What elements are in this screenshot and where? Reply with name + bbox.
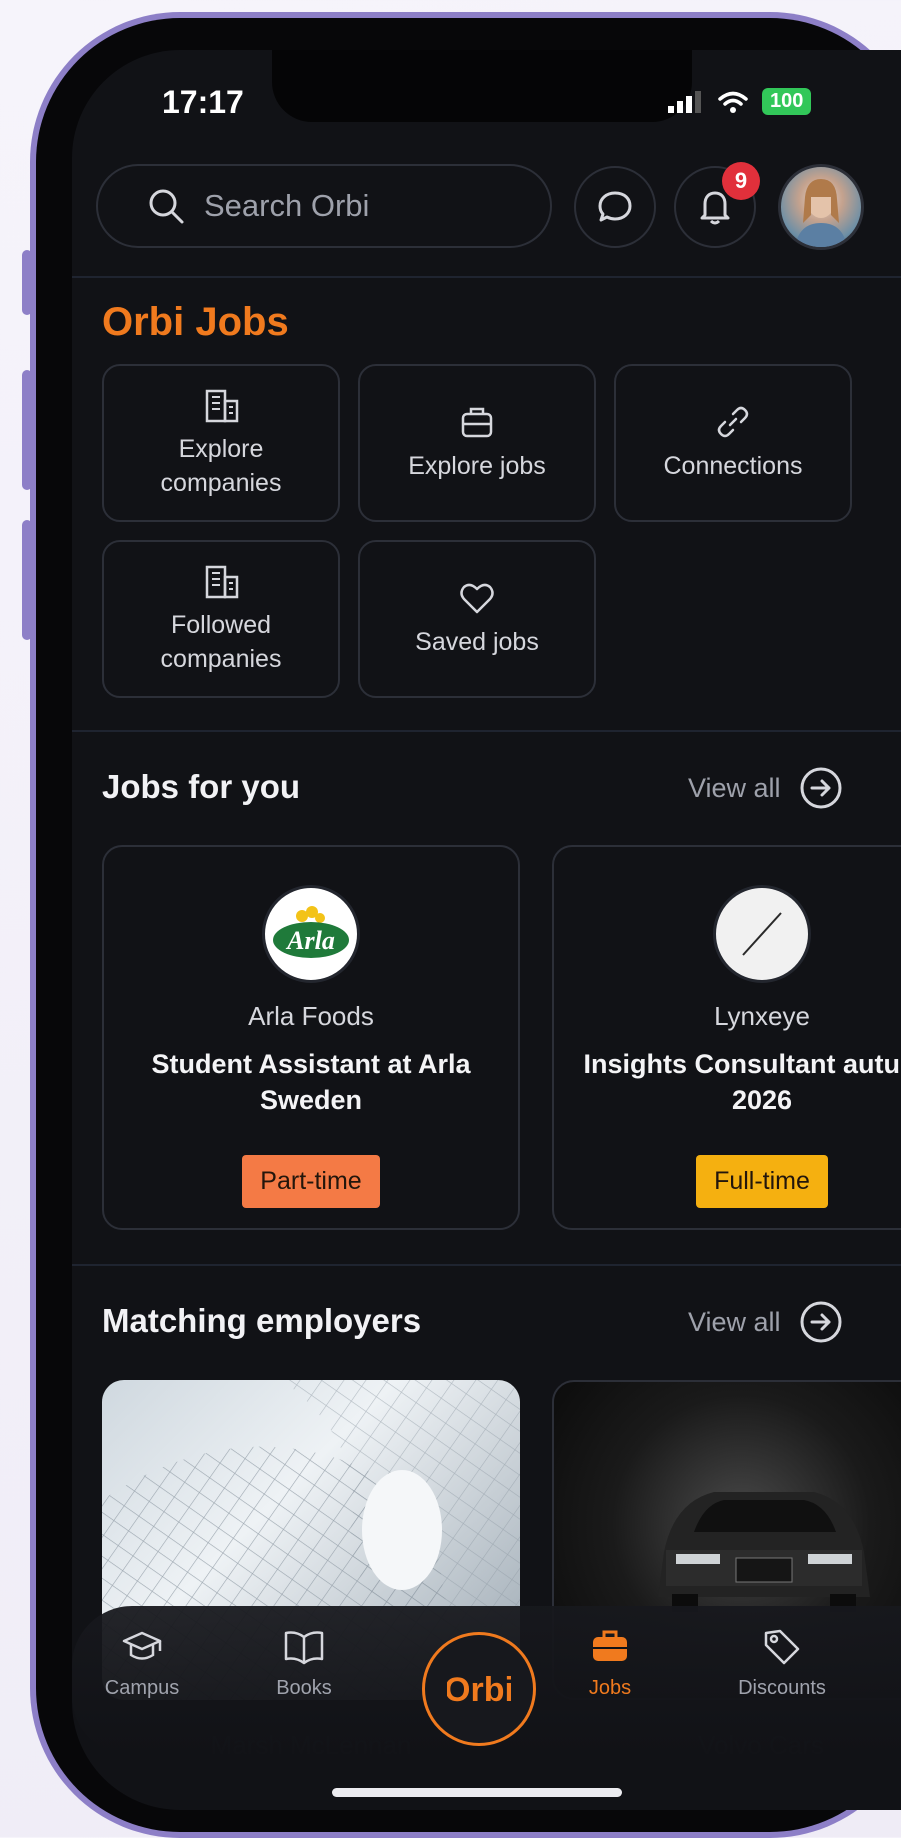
briefcase-icon [461, 407, 493, 438]
search-icon [149, 189, 184, 224]
app-screen: 17:17 100 Search Orbi 9 Orbi Jobs Explor… [72, 50, 901, 1810]
tile-label: Saved jobs [415, 628, 539, 657]
job-title: Insights Consultant autumn 2026 [583, 1049, 901, 1116]
tile-label: Connections [663, 452, 803, 481]
arrow-right-circle-icon [800, 1301, 842, 1343]
company-name: Arla Foods [248, 1001, 374, 1031]
divider [72, 1264, 901, 1266]
company-name: Lynxeye [714, 1001, 810, 1031]
search-placeholder: Search Orbi [204, 188, 370, 223]
tag-icon [764, 1629, 800, 1665]
tile-label: Explore companies [160, 435, 282, 497]
messages-button[interactable] [574, 166, 656, 248]
avatar[interactable] [778, 164, 864, 250]
volume-up-button [22, 370, 32, 490]
battery-indicator: 100 [762, 88, 812, 115]
lynxeye-logo-icon [742, 912, 782, 956]
avatar-image [795, 179, 847, 247]
job-title: Student Assistant at Arla Sweden [151, 1049, 471, 1116]
view-all-jobs-link[interactable]: View all [688, 766, 843, 810]
notifications-button[interactable]: 9 [674, 162, 760, 248]
tile-saved-jobs[interactable]: Saved jobs [358, 540, 596, 698]
heart-icon [460, 583, 494, 614]
search-input[interactable]: Search Orbi [96, 164, 552, 248]
building-icon [205, 566, 239, 599]
status-icons: 100 [668, 88, 812, 115]
orbi-logo-text: Orbi [447, 1671, 511, 1709]
briefcase-icon [593, 1630, 627, 1661]
tile-followed-companies[interactable]: Followed companies [102, 540, 340, 698]
section-title-matching-employers: Matching employers [102, 1302, 422, 1339]
orbi-home-button[interactable]: Orbi [422, 1632, 536, 1746]
silent-switch [22, 250, 32, 315]
view-all-label: View all [688, 772, 781, 803]
link-icon [717, 406, 749, 438]
nav-item-campus[interactable]: Campus [72, 1625, 212, 1700]
chat-bubble-icon [598, 191, 632, 222]
tile-explore-jobs[interactable]: Explore jobs [358, 364, 596, 522]
company-logo-lynxeye [713, 885, 811, 983]
notification-badge: 9 [722, 162, 760, 200]
section-title-jobs-for-you: Jobs for you [102, 768, 301, 805]
nav-item-books[interactable]: Books [234, 1625, 374, 1700]
company-logo-arla: Arla [262, 885, 360, 983]
tile-label: Explore jobs [408, 452, 546, 481]
volume-down-button [22, 520, 32, 640]
nav-item-discounts[interactable]: Discounts [712, 1625, 852, 1700]
building-icon [205, 390, 239, 423]
tile-connections[interactable]: Connections [614, 364, 852, 522]
tile-explore-companies[interactable]: Explore companies [102, 364, 340, 522]
nav-item-jobs[interactable]: Jobs [540, 1625, 680, 1700]
arla-logo-text: Arla [285, 926, 335, 955]
section-title-orbi-jobs: Orbi Jobs [102, 300, 289, 344]
arrow-right-circle-icon [800, 767, 842, 809]
divider [72, 730, 901, 732]
home-indicator[interactable] [332, 1788, 622, 1797]
nav-label: Books [276, 1677, 332, 1699]
view-all-label: View all [688, 1306, 781, 1337]
job-type-tag: Full-time [696, 1154, 828, 1208]
tile-label: Followed companies [160, 611, 282, 673]
job-card-lynxeye[interactable]: Lynxeye Insights Consultant autumn 2026 … [552, 845, 901, 1230]
book-icon [284, 1631, 324, 1665]
wifi-icon [718, 91, 748, 113]
notch [272, 50, 692, 122]
nav-label: Campus [104, 1677, 180, 1699]
view-all-employers-link[interactable]: View all [688, 1300, 843, 1344]
orbi-logo-icon: Orbi [447, 1671, 511, 1709]
nav-label: Discounts [738, 1677, 826, 1699]
graduation-cap-icon [122, 1631, 162, 1660]
signal-icon [668, 90, 701, 113]
nav-label-active: Jobs [588, 1677, 632, 1699]
job-type-tag: Part-time [242, 1154, 380, 1208]
arla-logo-icon: Arla [273, 906, 349, 958]
status-time: 17:17 [162, 84, 244, 120]
job-card-arla[interactable]: Arla Arla Foods Student Assistant at Arl… [102, 845, 520, 1230]
divider [72, 276, 901, 278]
